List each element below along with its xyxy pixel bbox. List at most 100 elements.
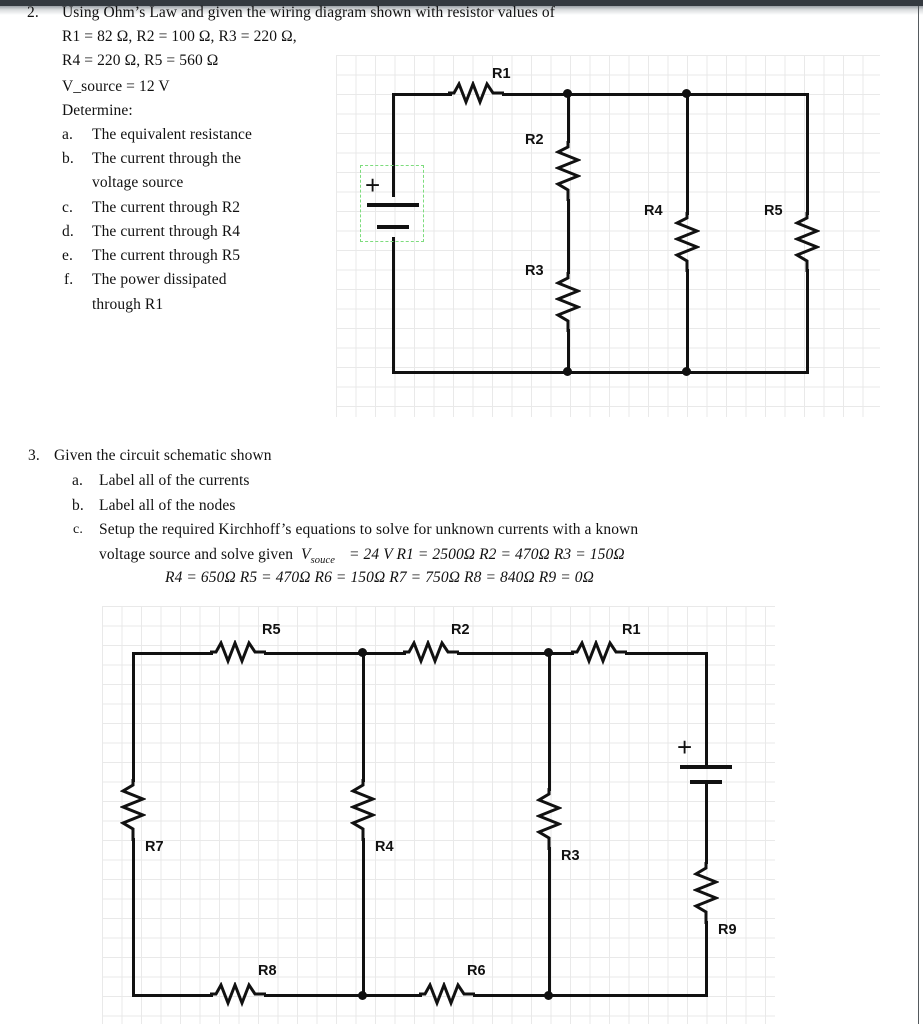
problem3-given-values-line2: R4 = 650Ω R5 = 470Ω R6 = 150Ω R7 = 750Ω … (165, 569, 594, 586)
circuit2-label-r1: R1 (622, 622, 641, 638)
circuit1-resistor-r3 (555, 272, 581, 332)
circuit2-label-r9: R9 (718, 922, 737, 938)
circuit1-label-r3: R3 (525, 263, 544, 279)
circuit2-wire-left-upper (132, 652, 135, 782)
circuit2-grid-canvas: R5 R2 R1 R7 R4 R3 + R9 R8 R6 (102, 606, 775, 1024)
problem2-item-f-text: The power dissipated (92, 271, 227, 288)
problem2-item-d-marker: d. (62, 223, 74, 240)
circuit1-label-r2: R2 (525, 132, 544, 148)
problem2-item-e-marker: e. (62, 247, 73, 264)
problem3-item-c-marker: c. (73, 522, 83, 537)
problem2-item-c-text: The current through R2 (92, 199, 241, 216)
circuit1-wire-right-upper (806, 93, 809, 215)
circuit2-label-r3: R3 (561, 848, 580, 864)
circuit1-resistor-r5 (794, 212, 820, 272)
circuit1-label-r5: R5 (764, 203, 783, 219)
circuit2-label-r4: R4 (375, 839, 394, 855)
circuit2-wire-bottom-c (362, 994, 422, 997)
problem2-item-d-text: The current through R4 (92, 223, 241, 240)
problem2-source-value: V_source = 12 V (62, 78, 170, 95)
circuit1-battery-selection-box[interactable] (360, 165, 424, 242)
circuit1-resistor-r1 (448, 81, 504, 107)
problem2-number: 2. (27, 4, 39, 21)
circuit2-label-r5: R5 (262, 622, 281, 638)
circuit1-grid-canvas: R1 + R5 R2 R3 R4 (336, 55, 880, 417)
problem2-item-f-marker: f. (64, 271, 74, 288)
circuit1-resistor-r4 (674, 212, 700, 272)
problem2-item-b-text-cont: voltage source (92, 174, 184, 191)
circuit2-battery-plus-sign: + (677, 732, 693, 762)
circuit2-resistor-r4 (350, 779, 376, 841)
problem2-item-e-text: The current through R5 (92, 247, 241, 264)
problem2-item-b-text: The current through the (92, 150, 242, 167)
circuit2-wire-right-mid (705, 784, 708, 864)
circuit2-label-r8: R8 (258, 963, 277, 979)
problem3-number: 3. (28, 447, 40, 464)
circuit2-wire-r4-top (362, 652, 365, 782)
circuit1-wire-top-left (392, 93, 452, 96)
circuit2-label-r2: R2 (451, 622, 470, 638)
circuit2-wire-bottom-b (264, 994, 364, 997)
page-right-border (918, 6, 919, 1024)
problem2-item-a-text: The equivalent resistance (92, 126, 253, 143)
circuit2-label-r7: R7 (145, 839, 164, 855)
circuit2-resistor-r3 (536, 788, 562, 850)
problem2-values-line2: R4 = 220 Ω, R5 = 560 Ω (62, 52, 219, 69)
circuit1-label-r1: R1 (492, 66, 511, 82)
problem3-item-b-marker: b. (72, 497, 84, 514)
circuit2-label-r6: R6 (467, 963, 486, 979)
problem3-item-c-text: Setup the required Kirchhoff’s equations… (99, 521, 639, 538)
document-body: 2. Using Ohm’s Law and given the wiring … (0, 0, 918, 1024)
circuit2-wire-top-a (132, 652, 213, 655)
circuit1-wire-r4-top (686, 93, 689, 215)
circuit1-wire-r2-top (567, 93, 570, 143)
circuit2-resistor-r9 (693, 862, 719, 924)
circuit2-wire-left-lower (132, 838, 135, 996)
problem3-given-prefix: voltage source and solve given (99, 546, 294, 563)
problem2-item-f-text-cont: through R1 (92, 296, 164, 313)
circuit1-wire-bottom (392, 371, 809, 374)
circuit1-wire-r2-r3-mid (567, 199, 570, 274)
problem2-item-b-marker: b. (62, 150, 74, 167)
circuit2-resistor-r5 (210, 640, 266, 666)
circuit1-resistor-r2 (555, 141, 581, 201)
problem3-voltage-symbol-letter: V (301, 546, 311, 563)
circuit1-wire-r4-bottom (686, 269, 689, 373)
circuit2-resistor-r7 (120, 779, 146, 841)
circuit1-wire-top-right (502, 93, 809, 96)
problem3-prompt: Given the circuit schematic shown (54, 447, 272, 464)
problem3-item-a-marker: a. (72, 472, 83, 489)
circuit2-wire-bottom-a (132, 994, 213, 997)
circuit2-wire-top-f (625, 652, 708, 655)
circuit2-resistor-r6 (419, 982, 475, 1008)
circuit1-label-r4: R4 (644, 203, 663, 219)
circuit2-wire-r3-top (548, 652, 551, 791)
problem3-voltage-symbol-subscript: souce (310, 555, 335, 567)
circuit2-wire-bottom-e (548, 994, 708, 997)
circuit1-node-bottom-middle (563, 367, 572, 376)
circuit2-wire-top-c (362, 652, 406, 655)
problem2-item-c-marker: c. (62, 199, 73, 216)
problem2-values-line1: R1 = 82 Ω, R2 = 100 Ω, R3 = 220 Ω, (62, 28, 297, 45)
circuit1-wire-left-lower (392, 237, 395, 374)
circuit1-wire-right-lower (806, 269, 809, 373)
problem3-voltage-symbol: Vsouce (301, 547, 335, 567)
circuit2-wire-top-d (457, 652, 550, 655)
circuit2-resistor-r1 (571, 640, 627, 666)
circuit2-wire-top-b (264, 652, 364, 655)
problem3-item-a-text: Label all of the currents (99, 472, 250, 489)
problem2-item-a-marker: a. (62, 126, 73, 143)
circuit2-wire-r4-bottom (362, 838, 365, 996)
circuit2-wire-r3-bottom (548, 847, 551, 996)
problem2-determine-label: Determine: (62, 102, 133, 119)
circuit2-resistor-r2 (403, 640, 459, 666)
circuit2-battery-plate-positive (680, 765, 732, 769)
circuit1-node-bottom-r4 (682, 367, 691, 376)
problem2-prompt: Using Ohm’s Law and given the wiring dia… (62, 4, 555, 21)
circuit2-wire-bottom-d (473, 994, 550, 997)
problem3-item-b-text: Label all of the nodes (99, 497, 236, 514)
circuit2-wire-right-lower (705, 921, 708, 996)
problem3-given-values-line1: = 24 V R1 = 2500Ω R2 = 470Ω R3 = 150Ω (349, 546, 625, 563)
circuit2-wire-right-upper (705, 652, 708, 767)
circuit2-resistor-r8 (210, 982, 266, 1008)
